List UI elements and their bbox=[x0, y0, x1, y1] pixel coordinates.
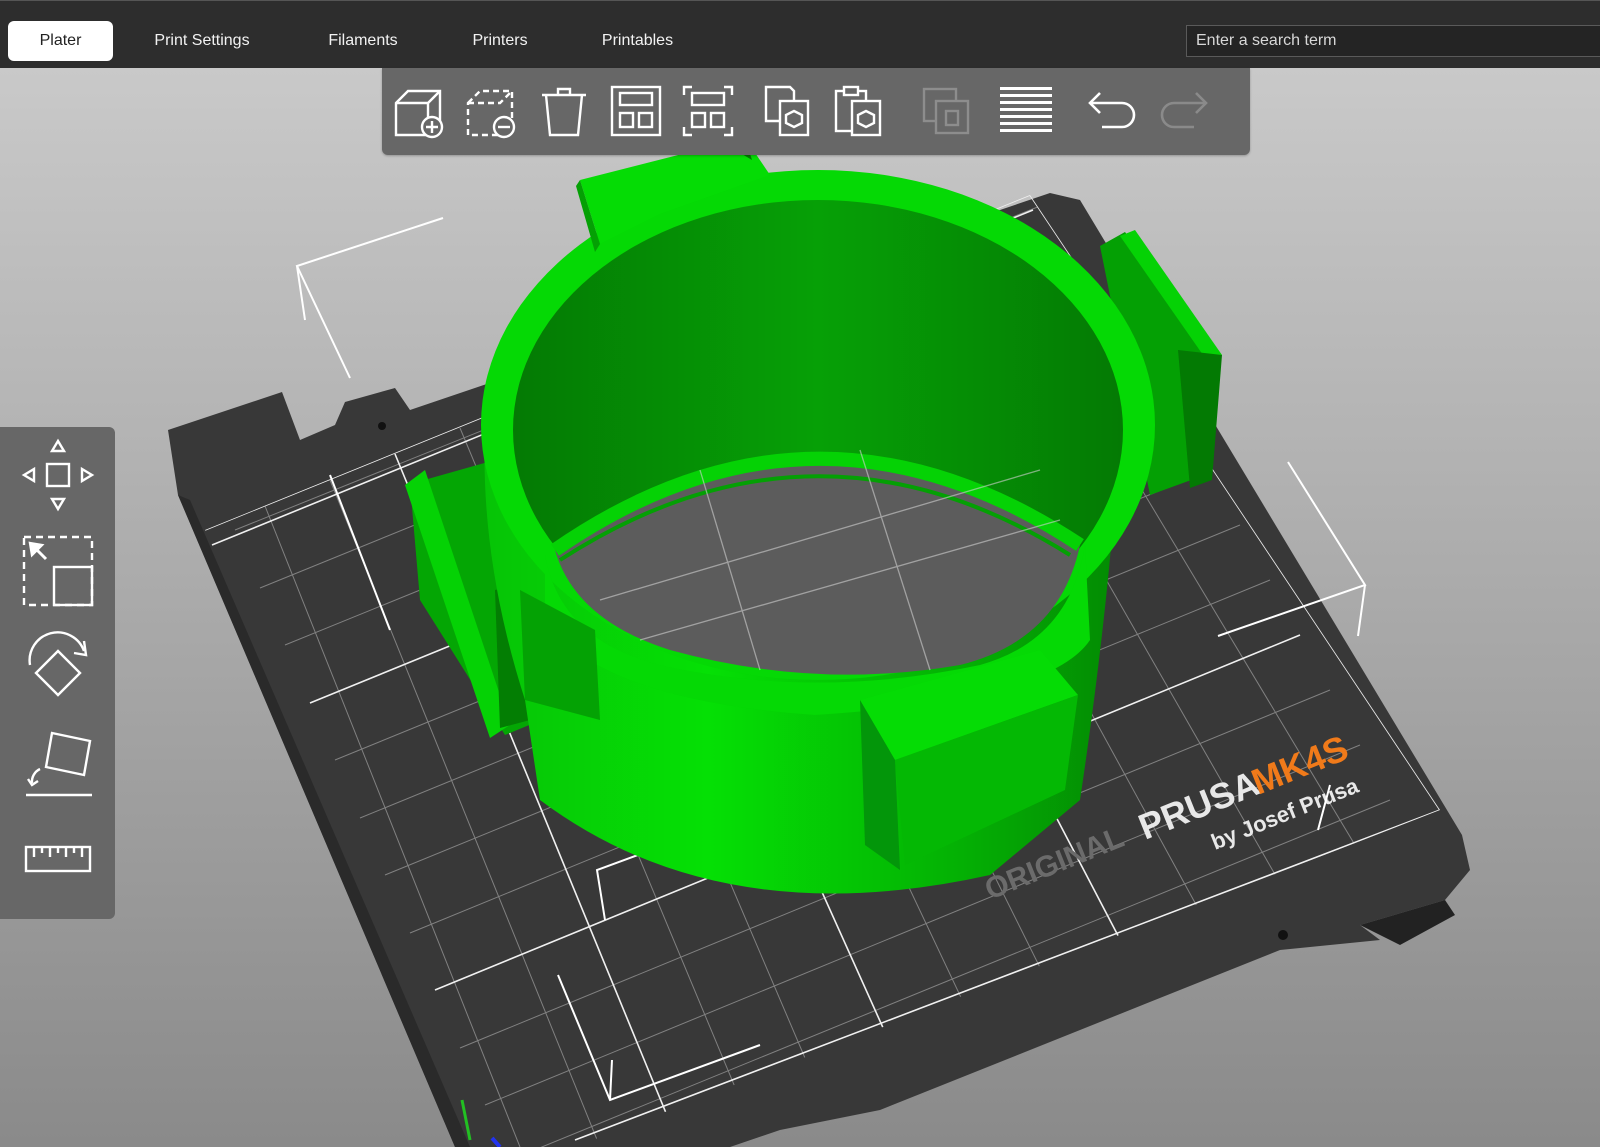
rotate-tool-button[interactable] bbox=[14, 627, 102, 707]
tab-printers[interactable]: Printers bbox=[460, 21, 540, 61]
top-toolbar bbox=[382, 68, 1250, 155]
instances-button[interactable] bbox=[916, 80, 976, 142]
scale-tool-button[interactable] bbox=[14, 531, 102, 611]
redo-button[interactable] bbox=[1154, 80, 1214, 142]
place-on-face-tool-button[interactable] bbox=[14, 723, 102, 803]
layers-icon bbox=[1000, 87, 1052, 132]
tab-plater[interactable]: Plater bbox=[8, 21, 113, 61]
tab-filaments[interactable]: Filaments bbox=[316, 21, 410, 61]
add-button[interactable] bbox=[390, 80, 450, 142]
move-tool-button[interactable] bbox=[14, 435, 102, 515]
undo-button[interactable] bbox=[1082, 80, 1142, 142]
delete-all-icon bbox=[542, 87, 586, 137]
instances-icon bbox=[922, 87, 970, 135]
3d-viewport[interactable]: ORIGINAL PRUSA MK4S by Josef Prusa bbox=[0, 68, 1600, 1147]
redo-icon bbox=[1160, 92, 1208, 129]
variable-layer-height-button[interactable] bbox=[996, 80, 1056, 142]
measure-icon bbox=[24, 845, 92, 873]
scale-icon bbox=[22, 535, 94, 607]
delete-all-button[interactable] bbox=[534, 80, 594, 142]
paste-icon bbox=[834, 85, 882, 137]
gizmo-toolbar bbox=[0, 427, 115, 919]
delete-button[interactable] bbox=[462, 80, 522, 142]
undo-icon bbox=[1088, 92, 1136, 129]
tab-print-settings[interactable]: Print Settings bbox=[140, 21, 264, 61]
search-input[interactable] bbox=[1186, 25, 1600, 57]
top-tab-bar: Plater Print Settings Filaments Printers… bbox=[0, 0, 1600, 69]
measure-tool-button[interactable] bbox=[14, 819, 102, 899]
place-on-face-icon bbox=[26, 731, 92, 797]
arrange-selection-icon bbox=[682, 85, 734, 137]
tab-printables[interactable]: Printables bbox=[590, 21, 685, 61]
rotate-icon bbox=[28, 631, 88, 697]
copy-button[interactable] bbox=[758, 80, 818, 142]
arrange-selection-button[interactable] bbox=[678, 80, 738, 142]
move-icon bbox=[21, 438, 95, 512]
arrange-button[interactable] bbox=[606, 80, 666, 142]
add-icon bbox=[394, 89, 444, 139]
delete-icon bbox=[466, 89, 516, 139]
copy-icon bbox=[764, 85, 810, 137]
paste-button[interactable] bbox=[830, 80, 890, 142]
arrange-icon bbox=[610, 85, 662, 137]
